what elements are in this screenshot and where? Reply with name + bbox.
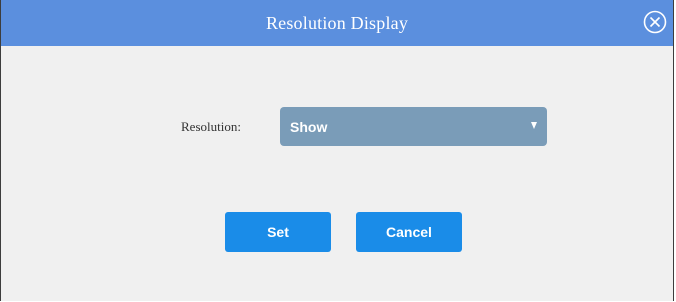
resolution-select[interactable]: Show: [280, 107, 547, 146]
dialog-title: Resolution Display: [265, 12, 409, 33]
caret-down-icon: [531, 122, 537, 129]
dialog-body: Resolution: Show Set Cancel: [1, 46, 673, 301]
resolution-label: Resolution:: [181, 119, 241, 134]
set-button[interactable]: Set: [225, 212, 331, 252]
close-icon: [643, 10, 667, 34]
resolution-select-value: Show: [290, 118, 328, 135]
cancel-button[interactable]: Cancel: [356, 212, 462, 252]
dialog-titlebar: Resolution Display: [1, 0, 673, 46]
close-button[interactable]: [643, 10, 667, 34]
resolution-display-dialog: Resolution Display Resolution: Show Set …: [0, 0, 674, 301]
